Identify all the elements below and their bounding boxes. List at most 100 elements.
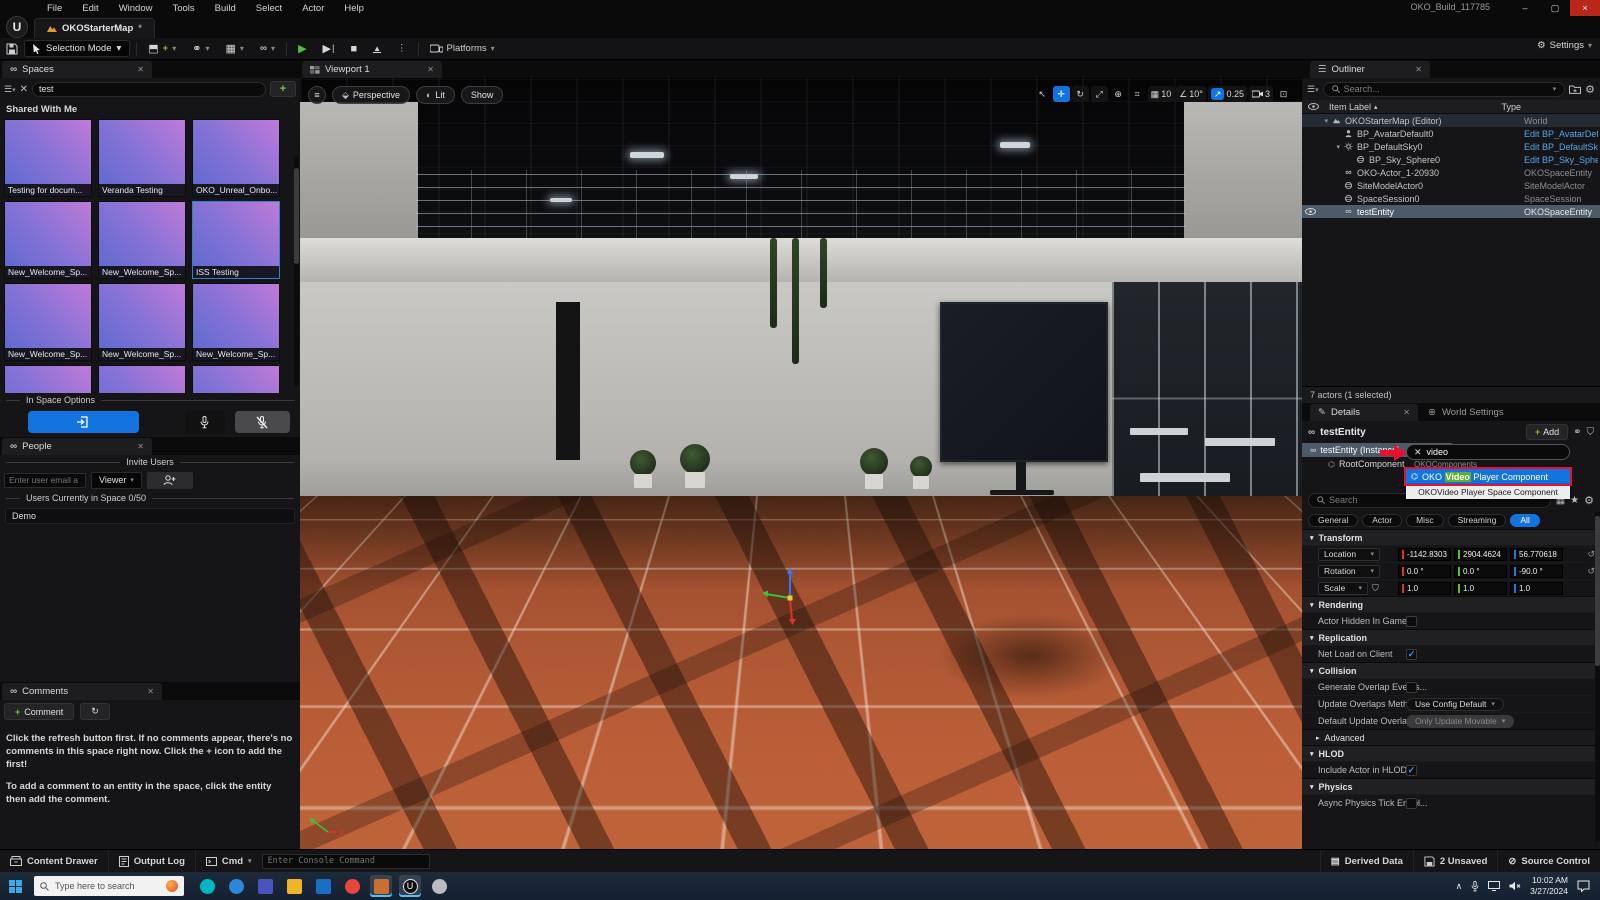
show-dropdown[interactable]: Show (461, 86, 504, 104)
tab-viewport[interactable]: Viewport 1 ✕ (302, 61, 442, 78)
menu-select[interactable]: Select (247, 2, 291, 15)
eject-button[interactable]: ▲ (368, 43, 386, 55)
section-replication[interactable]: ▾Replication (1302, 629, 1600, 645)
outliner-settings-icon[interactable]: ⚙ (1585, 83, 1595, 96)
space-thumbnail[interactable] (98, 365, 186, 393)
close-outliner-tab-icon[interactable]: ✕ (1415, 65, 1422, 74)
new-folder-icon[interactable] (1569, 84, 1581, 94)
taskbar-icon-app-teal[interactable] (196, 875, 218, 897)
section-physics[interactable]: ▾Physics (1302, 778, 1600, 794)
rotation-y-field[interactable]: 0.0 ° (1454, 565, 1507, 578)
viewport-3d-scene[interactable]: X ≡ ⬙Perspective ◐Lit Show ↖ ✛ ↻ ⤢ ⊕ ⌗ ▦… (300, 78, 1302, 849)
visibility-eye-icon[interactable] (1302, 208, 1318, 215)
close-comments-tab-icon[interactable]: ✕ (147, 687, 154, 696)
menu-build[interactable]: Build (206, 2, 245, 15)
invite-email-input[interactable] (4, 473, 86, 488)
unlocked-icon[interactable]: ⛉ (1587, 427, 1595, 438)
space-thumbnail[interactable]: Veranda Testing (98, 119, 186, 197)
component-option-video-player[interactable]: ⌬ OKO Video Player Component (1406, 469, 1570, 484)
tray-display-icon[interactable] (1488, 881, 1500, 891)
content-drawer-button[interactable]: Content Drawer (0, 850, 109, 872)
location-dropdown[interactable]: Location▾ (1318, 548, 1380, 561)
menu-window[interactable]: Window (110, 2, 162, 15)
outliner-row-okostartermap-editor-[interactable]: ▾OKOStarterMap (Editor)World (1302, 114, 1600, 127)
taskbar-icon-chrome-browser[interactable] (341, 875, 363, 897)
tab-world-settings[interactable]: ⊕World Settings (1420, 404, 1512, 421)
oko-menu-button[interactable]: ∞▾ (255, 41, 280, 56)
transform-gizmo[interactable] (758, 566, 822, 630)
outliner-row-oko-actor-1-20930[interactable]: ∞OKO-Actor_1-20930OKOSpaceEntity (1302, 166, 1600, 179)
outliner-row-testentity[interactable]: ∞testEntityOKOSpaceEntity (1302, 205, 1600, 218)
location-y-field[interactable]: 2904.4624 (1454, 548, 1507, 561)
blueprints-button[interactable]: ⚭▾ (187, 40, 214, 57)
section-advanced[interactable]: ▸Advanced (1302, 729, 1600, 745)
frame-skip-button[interactable]: ▶| (318, 40, 340, 57)
expander-icon[interactable]: ▾ (1318, 117, 1328, 125)
close-button[interactable]: × (1570, 0, 1600, 16)
taskbar-icon-oko-project[interactable] (370, 875, 392, 897)
viewport-options-menu[interactable]: ≡ (308, 86, 326, 104)
component-option-space-tooltip[interactable]: OKOVideo Player Space Component (1406, 484, 1570, 499)
taskbar-icon-file-explorer[interactable] (283, 875, 305, 897)
output-log-button[interactable]: Output Log (109, 850, 196, 872)
settings-dropdown[interactable]: ⚙ Settings ▾ (1537, 40, 1592, 51)
tray-volume-muted-icon[interactable] (1509, 881, 1521, 891)
location-z-field[interactable]: 56.770618 (1510, 548, 1563, 561)
space-thumbnail[interactable]: New_Welcome_Sp... (192, 283, 280, 361)
tray-chevron-icon[interactable]: ∧ (1456, 881, 1463, 892)
filter-icon[interactable]: ☰▾ (4, 84, 16, 95)
notifications-icon[interactable] (1577, 880, 1590, 892)
add-actor-button[interactable]: ⬒+▾ (143, 40, 181, 57)
spaces-search-input[interactable] (32, 82, 266, 97)
microphone-on-button[interactable] (185, 411, 225, 433)
source-control-button[interactable]: ⊘Source Control (1497, 850, 1600, 872)
perspective-dropdown[interactable]: ⬙Perspective (332, 86, 410, 104)
tab-people[interactable]: ∞People ✕ (2, 438, 152, 455)
taskbar-search-box[interactable]: Type here to search (34, 876, 184, 896)
taskbar-icon-teams[interactable] (254, 875, 276, 897)
menu-actor[interactable]: Actor (293, 2, 333, 15)
save-icon[interactable] (6, 43, 18, 55)
location-x-field[interactable]: -1142.8303 (1398, 548, 1451, 561)
menu-file[interactable]: File (38, 2, 71, 15)
cmd-dropdown[interactable]: Cmd▾ (196, 850, 262, 872)
scale-snap-toggle[interactable]: ↗0.25 (1208, 86, 1247, 102)
taskbar-icon-unreal-editor[interactable]: U (399, 875, 421, 897)
taskbar-icon-edge-browser[interactable] (225, 875, 247, 897)
console-command-input[interactable] (262, 854, 430, 869)
tab-spaces[interactable]: ∞Spaces ✕ (2, 61, 152, 78)
maximize-viewport-button[interactable]: ⊡ (1275, 86, 1292, 102)
reset-location-icon[interactable]: ↺ (1587, 549, 1595, 560)
item-label-column-header[interactable]: Item Label (1329, 102, 1371, 112)
tray-microphone-icon[interactable] (1471, 881, 1479, 892)
filter-chip-misc[interactable]: Misc (1406, 514, 1443, 527)
clear-search-icon[interactable]: ✕ (20, 84, 28, 95)
world-space-toggle[interactable]: ⊕ (1110, 86, 1127, 102)
move-tool[interactable]: ✛ (1053, 86, 1070, 102)
section-rendering[interactable]: ▾Rendering (1302, 596, 1600, 612)
filter-chip-all[interactable]: All (1510, 514, 1539, 527)
unsaved-button[interactable]: 2 Unsaved (1413, 850, 1498, 872)
outliner-row-sitemodelactor0[interactable]: SiteModelActor0SiteModelActor (1302, 179, 1600, 192)
play-button[interactable]: ▶ (293, 40, 311, 57)
view-mode-dropdown[interactable]: ◐Lit (416, 86, 455, 104)
space-thumbnail[interactable]: Testing for docum... (4, 119, 92, 197)
camera-speed-control[interactable]: 3 (1249, 86, 1273, 102)
checkbox[interactable] (1406, 798, 1417, 809)
surface-snap-toggle[interactable]: ⌗ (1129, 86, 1146, 102)
checkbox[interactable] (1406, 682, 1417, 693)
type-column-header[interactable]: Type (1502, 102, 1522, 112)
filter-chip-actor[interactable]: Actor (1362, 514, 1402, 527)
maximize-button[interactable]: ▢ (1540, 0, 1570, 16)
section-transform[interactable]: ▾Transform (1302, 529, 1600, 545)
cinematics-button[interactable]: ▦▾ (220, 40, 248, 57)
filter-chip-streaming[interactable]: Streaming (1448, 514, 1507, 527)
scale-y-field[interactable]: 1.0 (1454, 582, 1507, 595)
favorites-icon[interactable]: ★ (1570, 495, 1579, 506)
actor-type-link[interactable]: Edit BP_DefaultSky (1524, 142, 1598, 152)
tab-comments[interactable]: ∞Comments ✕ (2, 683, 162, 700)
outliner-row-bp-defaultsky0[interactable]: ▾BP_DefaultSky0Edit BP_DefaultSky (1302, 140, 1600, 153)
add-comment-button[interactable]: +Comment (4, 703, 74, 720)
close-spaces-tab-icon[interactable]: ✕ (137, 65, 144, 74)
outliner-row-spacesession0[interactable]: SpaceSession0SpaceSession (1302, 192, 1600, 205)
